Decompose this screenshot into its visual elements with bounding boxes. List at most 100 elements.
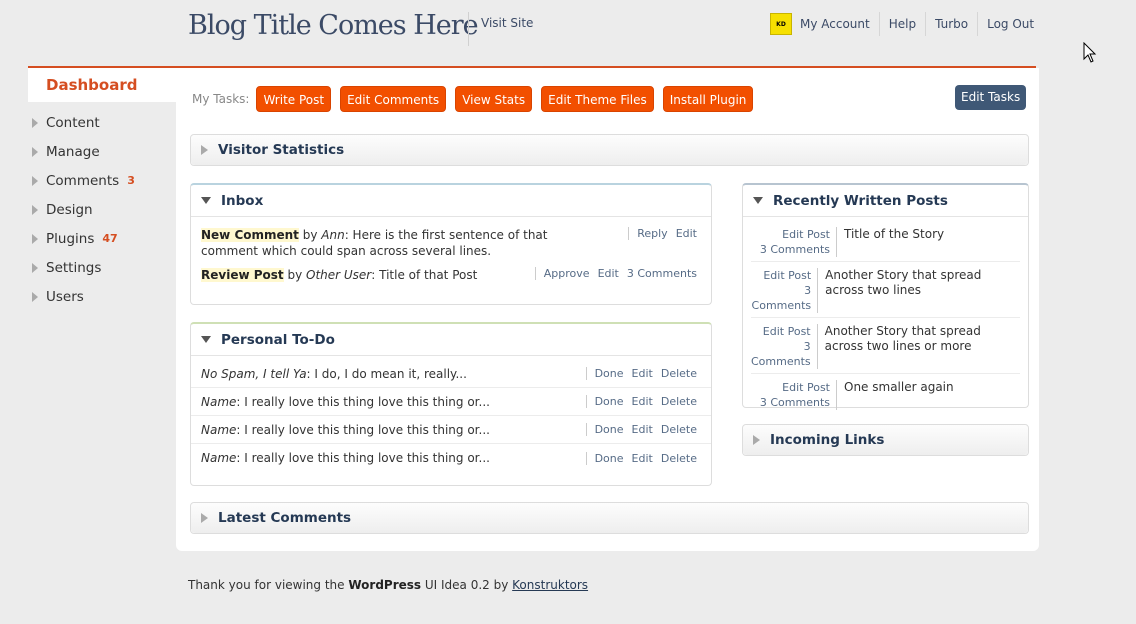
post-comments-link[interactable]: 3 Comments <box>751 283 812 313</box>
edit-link[interactable]: Edit <box>632 423 653 436</box>
personal-todo-header[interactable]: Personal To-Do <box>191 324 711 356</box>
post-comments-link[interactable]: 3 Comments <box>751 242 830 257</box>
visitor-statistics-header[interactable]: Visitor Statistics <box>191 135 1028 165</box>
inbox-item-actions: Approve Edit 3 Comments <box>534 267 701 280</box>
personal-todo-box: Personal To-Do No Spam, I tell Ya: I do,… <box>190 322 712 486</box>
reply-link[interactable]: Reply <box>637 227 667 240</box>
recent-posts-box: Recently Written Posts Edit Post 3 Commen… <box>742 183 1029 410</box>
title-divider <box>468 12 469 46</box>
delete-link[interactable]: Delete <box>661 423 697 436</box>
footer-prefix: Thank you for viewing the <box>188 578 349 592</box>
inbox-item-type[interactable]: New Comment <box>201 228 299 242</box>
sidebar-item-label: Users <box>46 288 84 305</box>
edit-link[interactable]: Edit <box>598 267 619 280</box>
sidebar-item-settings[interactable]: Settings <box>28 253 176 282</box>
expand-arrow-icon <box>32 204 38 215</box>
inbox-item-type[interactable]: Review Post <box>201 268 284 282</box>
box-title: Incoming Links <box>770 432 885 448</box>
sidebar-item-manage[interactable]: Manage <box>28 137 176 166</box>
edit-post-link[interactable]: Edit Post <box>751 324 811 339</box>
post-title-link[interactable]: Another Story that spread across two lin… <box>818 324 1020 369</box>
edit-link[interactable]: Edit <box>632 395 653 408</box>
sidebar-item-design[interactable]: Design <box>28 195 176 224</box>
sidebar-item-users[interactable]: Users <box>28 282 176 311</box>
help-link[interactable]: Help <box>878 12 925 36</box>
incoming-links-box: Incoming Links <box>742 424 1029 456</box>
install-plugin-button[interactable]: Install Plugin <box>662 86 754 112</box>
post-title-link[interactable]: Title of the Story <box>837 227 944 257</box>
sidebar-item-label: Design <box>46 201 93 218</box>
box-title: Latest Comments <box>218 510 352 526</box>
edit-post-link[interactable]: Edit Post <box>751 268 811 283</box>
visit-site-link[interactable]: Visit Site <box>481 16 533 30</box>
view-stats-button[interactable]: View Stats <box>455 86 533 112</box>
todo-item-text: : I really love this thing love this thi… <box>236 422 490 437</box>
incoming-links-header[interactable]: Incoming Links <box>743 425 1028 455</box>
done-link[interactable]: Done <box>595 452 624 465</box>
todo-item-text: : I really love this thing love this thi… <box>236 451 490 465</box>
done-link[interactable]: Done <box>595 423 624 436</box>
log-out-link[interactable]: Log Out <box>977 12 1043 36</box>
todo-item: Name: I really love this thing love this… <box>191 388 711 416</box>
blog-title[interactable]: Blog Title Comes Here <box>188 10 479 41</box>
expand-arrow-icon <box>201 513 208 523</box>
konstruktors-link[interactable]: Konstruktors <box>512 578 588 592</box>
expand-arrow-icon <box>201 145 208 155</box>
inbox-item: Review Post by Other User: Title of that… <box>191 263 711 287</box>
todo-item: No Spam, I tell Ya: I do, I do mean it, … <box>191 360 711 388</box>
delete-link[interactable]: Delete <box>661 395 697 408</box>
sidebar-item-label: Content <box>46 114 100 131</box>
recent-posts-header[interactable]: Recently Written Posts <box>743 185 1028 217</box>
box-title: Inbox <box>221 192 264 209</box>
edit-link[interactable]: Edit <box>632 452 653 465</box>
todo-item: Name: I really love this thing love this… <box>191 416 711 444</box>
edit-post-link[interactable]: Edit Post <box>751 227 830 242</box>
todo-item-name: Name <box>201 451 237 465</box>
approve-link[interactable]: Approve <box>544 267 590 280</box>
delete-link[interactable]: Delete <box>661 452 697 465</box>
todo-item-text: : I really love this thing love this thi… <box>236 394 490 409</box>
comments-count-badge: 3 <box>127 174 135 187</box>
done-link[interactable]: Done <box>595 395 624 408</box>
expand-arrow-icon <box>32 175 38 186</box>
footer-brand: WordPress <box>348 578 422 592</box>
write-post-button[interactable]: Write Post <box>256 86 332 112</box>
expand-arrow-icon <box>32 262 38 273</box>
post-comments-link[interactable]: 3 Comments <box>751 339 811 369</box>
edit-link[interactable]: Edit <box>676 227 697 240</box>
inbox-item-author: Other User <box>306 268 372 282</box>
sidebar-menu: Content Manage Comments 3 Design Plugins 4… <box>28 108 176 311</box>
post-title-link[interactable]: Another Story that spread across two lin… <box>818 268 1020 313</box>
edit-theme-files-button[interactable]: Edit Theme Files <box>541 86 654 112</box>
my-account-link[interactable]: My Account <box>800 12 879 36</box>
comments-link[interactable]: 3 Comments <box>627 267 697 280</box>
inbox-item-author: Ann <box>321 228 345 242</box>
box-title: Visitor Statistics <box>218 142 345 158</box>
collapse-arrow-icon <box>753 197 763 204</box>
todo-item-name: Name <box>201 422 237 437</box>
todo-item-text: : I do, I do mean it, really... <box>306 366 467 381</box>
latest-comments-header[interactable]: Latest Comments <box>191 503 1028 533</box>
collapse-arrow-icon <box>201 336 211 343</box>
post-title-link[interactable]: One smaller again <box>837 380 954 410</box>
sidebar-item-content[interactable]: Content <box>28 108 176 137</box>
inbox-header[interactable]: Inbox <box>191 185 711 217</box>
edit-comments-button[interactable]: Edit Comments <box>340 86 447 112</box>
my-tasks-label: My Tasks: <box>192 92 250 106</box>
edit-tasks-button[interactable]: Edit Tasks <box>955 85 1027 110</box>
todo-item-name: No Spam, I tell Ya <box>201 366 307 381</box>
sidebar-item-comments[interactable]: Comments 3 <box>28 166 176 195</box>
delete-link[interactable]: Delete <box>661 367 697 380</box>
done-link[interactable]: Done <box>595 367 624 380</box>
sidebar-item-plugins[interactable]: Plugins 47 <box>28 224 176 253</box>
edit-post-link[interactable]: Edit Post <box>751 380 830 395</box>
collapse-arrow-icon <box>201 197 211 204</box>
post-item: Edit Post 3 Comments Another Story that s… <box>751 318 1020 374</box>
turbo-link[interactable]: Turbo <box>925 12 977 36</box>
main-panel: My Tasks: Write Post Edit Comments View … <box>176 68 1039 551</box>
todo-item: Name: I really love this thing love this… <box>191 444 711 472</box>
edit-link[interactable]: Edit <box>632 367 653 380</box>
post-comments-link[interactable]: 3 Comments <box>751 395 830 410</box>
sidebar-item-dashboard[interactable]: Dashboard <box>28 68 176 102</box>
footer-middle: UI Idea 0.2 by <box>421 578 513 592</box>
